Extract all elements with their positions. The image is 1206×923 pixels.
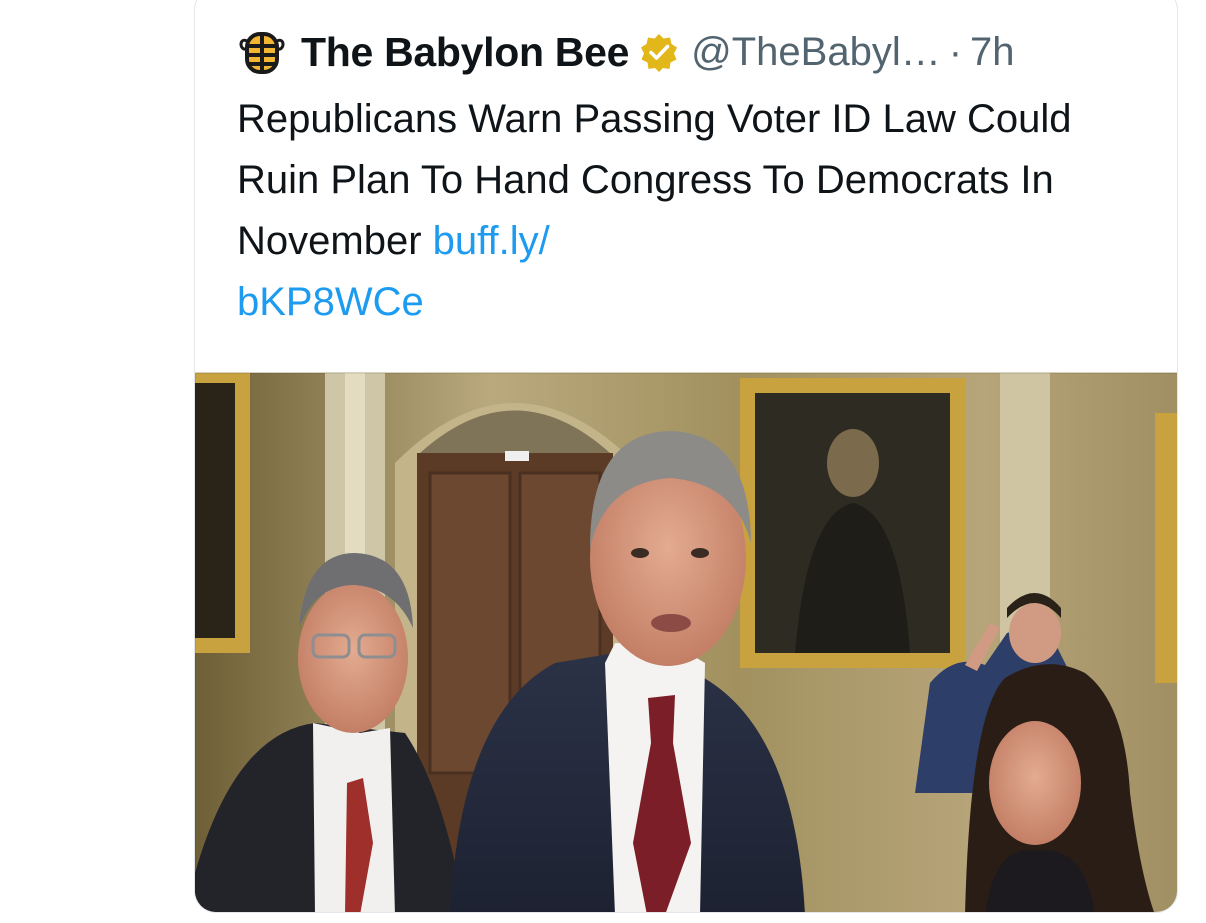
bee-logo-icon[interactable] [237,27,287,77]
tweet-card[interactable]: The Babylon Bee @TheBabyl… · 7h Republic… [194,0,1178,913]
tweet-text: Republicans Warn Passing Voter ID Law Co… [237,89,1137,333]
tweet-header: The Babylon Bee @TheBabyl… · 7h [237,27,1015,77]
tweet-link-part-1[interactable]: buff.ly/ [433,219,550,263]
verified-badge-icon [641,34,678,72]
header-separator: · [948,29,963,74]
author-handle[interactable]: @TheBabyl… [691,30,941,75]
tweet-timestamp[interactable]: 7h [970,30,1015,75]
tweet-body: Republicans Warn Passing Voter ID Law Co… [237,97,1072,263]
press-conference-photo [195,373,1177,912]
author-name[interactable]: The Babylon Bee [301,29,629,76]
tweet-link-part-2[interactable]: bKP8WCe [237,280,424,324]
tweet-photo[interactable] [195,372,1177,912]
